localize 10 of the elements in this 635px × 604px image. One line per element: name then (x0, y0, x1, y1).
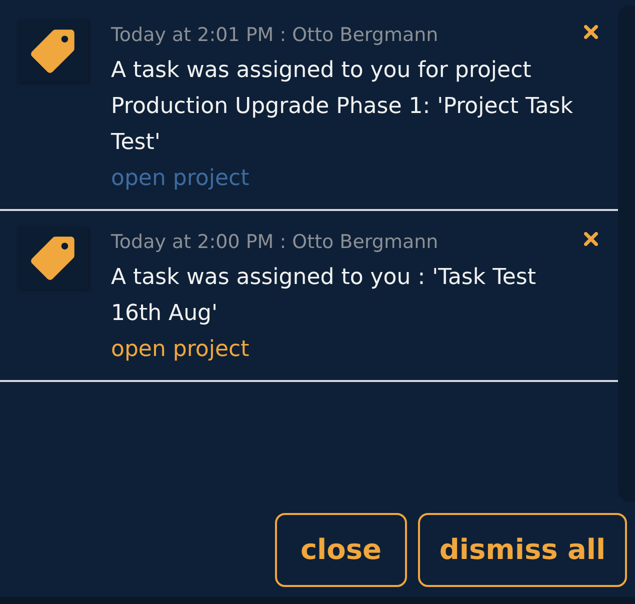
dismiss-all-button[interactable]: dismiss all (418, 513, 627, 587)
close-icon[interactable] (584, 232, 598, 246)
close-icon[interactable] (584, 25, 598, 39)
notification-timestamp: Today at 2:00 PM : Otto Bergmann (111, 230, 440, 254)
notification-timestamp: Today at 2:01 PM : Otto Bergmann (111, 23, 440, 47)
notification-message: A task was assigned to you : 'Task Test 16th Aug' (111, 264, 537, 328)
close-button[interactable]: close (275, 513, 407, 587)
notification-message: A task was assigned to you for project Production Upgrade Phase 1: 'Project Task Test' (111, 57, 574, 157)
scrollbar-track[interactable] (618, 5, 635, 502)
open-project-link[interactable]: open project (111, 332, 250, 368)
